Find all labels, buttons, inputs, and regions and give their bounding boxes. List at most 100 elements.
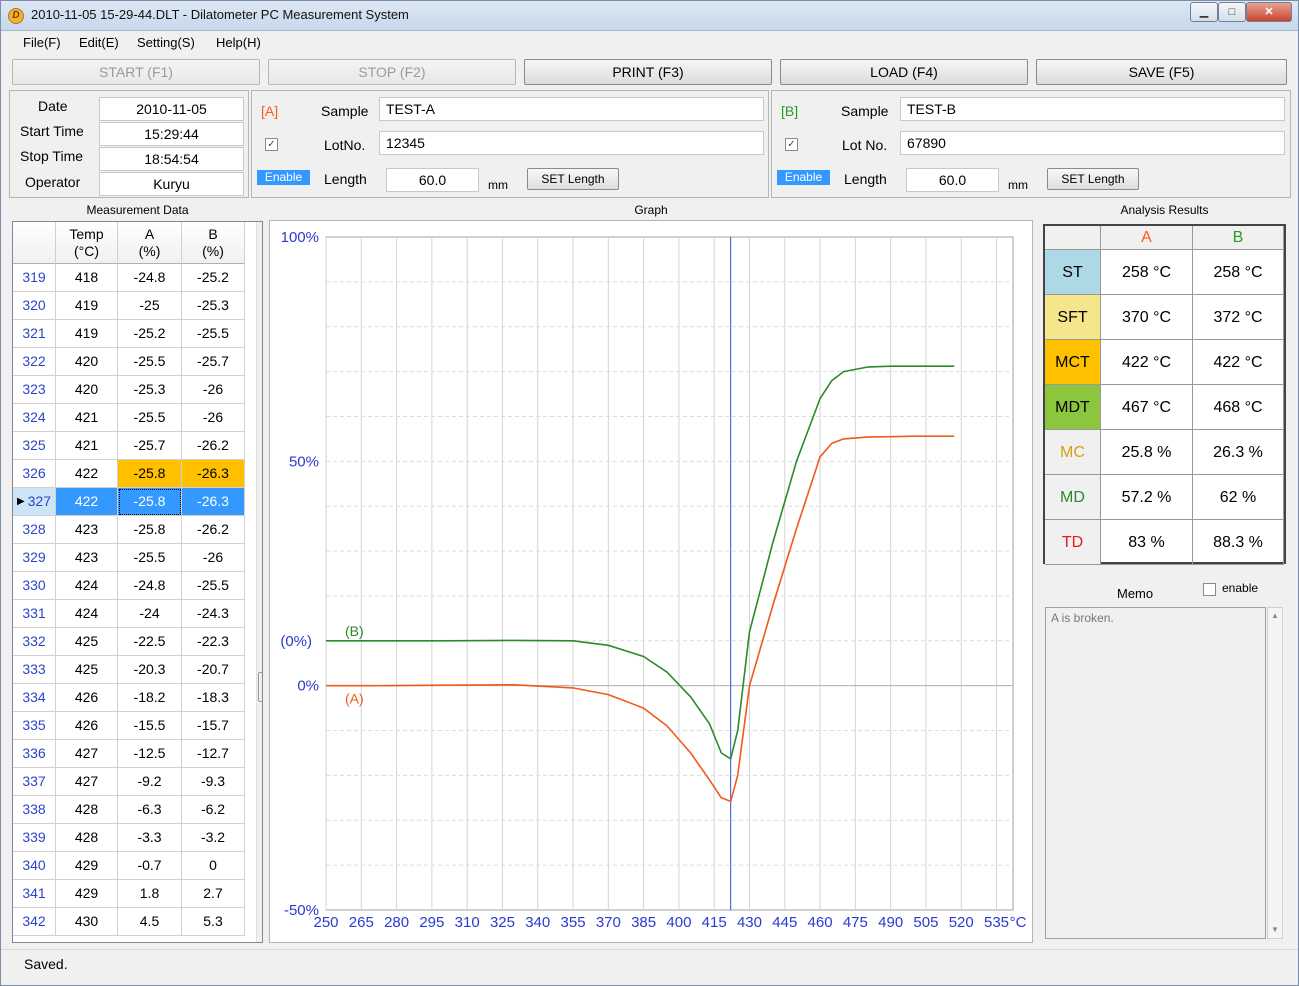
b-cell[interactable]: -26.3 xyxy=(182,488,245,516)
table-row[interactable]: 341 429 1.8 2.7 xyxy=(13,880,245,908)
temp-cell[interactable]: 425 xyxy=(56,656,118,684)
temp-cell[interactable]: 418 xyxy=(56,264,118,292)
temp-column-header[interactable]: Temp (°C) xyxy=(56,222,118,264)
table-row[interactable]: 330 424 -24.8 -25.5 xyxy=(13,572,245,600)
temp-cell[interactable]: 429 xyxy=(56,852,118,880)
b-cell[interactable]: -12.7 xyxy=(182,740,245,768)
temp-cell[interactable]: 419 xyxy=(56,292,118,320)
a-cell[interactable]: -25.5 xyxy=(118,404,182,432)
b-cell[interactable]: 5.3 xyxy=(182,908,245,936)
sample-a-set-length-button[interactable]: SET Length xyxy=(527,168,619,190)
scroll-up-arrow-icon[interactable]: ▲ xyxy=(260,225,262,234)
a-cell[interactable]: 1.8 xyxy=(118,880,182,908)
temp-cell[interactable]: 428 xyxy=(56,824,118,852)
table-row[interactable]: 329 423 -25.5 -26 xyxy=(13,544,245,572)
table-row[interactable]: 327 422 -25.8 -26.3 ▶ xyxy=(13,488,245,516)
temp-cell[interactable]: 427 xyxy=(56,740,118,768)
row-number[interactable]: 320 xyxy=(13,292,56,320)
graph-panel[interactable]: 250 265 280 295 310 325 340 355 370 385 400 415 430 4… xyxy=(269,220,1033,943)
memo-scroll-down-icon[interactable]: ▼ xyxy=(1271,925,1279,934)
a-cell[interactable]: -24.8 xyxy=(118,572,182,600)
a-cell[interactable]: -22.5 xyxy=(118,628,182,656)
sample-b-name-input[interactable]: TEST-B xyxy=(900,97,1285,121)
table-row[interactable]: 332 425 -22.5 -22.3 xyxy=(13,628,245,656)
temp-cell[interactable]: 421 xyxy=(56,432,118,460)
b-cell[interactable]: -9.3 xyxy=(182,768,245,796)
temp-cell[interactable]: 421 xyxy=(56,404,118,432)
a-cell[interactable]: -6.3 xyxy=(118,796,182,824)
memo-textarea[interactable]: A is broken. xyxy=(1045,607,1266,939)
table-row[interactable]: 322 420 -25.5 -25.7 xyxy=(13,348,245,376)
row-number[interactable]: 334 xyxy=(13,684,56,712)
a-cell[interactable]: -15.5 xyxy=(118,712,182,740)
b-cell[interactable]: -26 xyxy=(182,544,245,572)
row-number[interactable]: 319 xyxy=(13,264,56,292)
b-cell[interactable]: -15.7 xyxy=(182,712,245,740)
close-button[interactable]: ✕ xyxy=(1246,2,1292,22)
table-row[interactable]: 336 427 -12.5 -12.7 xyxy=(13,740,245,768)
table-row[interactable]: 324 421 -25.5 -26 xyxy=(13,404,245,432)
operator-field[interactable]: Kuryu xyxy=(99,172,244,196)
b-cell[interactable]: 0 xyxy=(182,852,245,880)
temp-cell[interactable]: 423 xyxy=(56,544,118,572)
b-cell[interactable]: -20.7 xyxy=(182,656,245,684)
temp-cell[interactable]: 420 xyxy=(56,348,118,376)
memo-enable-checkbox[interactable] xyxy=(1203,583,1216,596)
a-cell[interactable]: -25.3 xyxy=(118,376,182,404)
a-cell[interactable]: -25.7 xyxy=(118,432,182,460)
b-cell[interactable]: -22.3 xyxy=(182,628,245,656)
measurement-data-table[interactable]: Temp (°C) A (%) B (%) 319 418 -24.8 -25.2 320 41… xyxy=(12,221,263,943)
table-row[interactable]: 342 430 4.5 5.3 xyxy=(13,908,245,936)
b-cell[interactable]: -25.5 xyxy=(182,572,245,600)
a-cell[interactable]: -3.3 xyxy=(118,824,182,852)
temp-cell[interactable]: 429 xyxy=(56,880,118,908)
b-cell[interactable]: -3.2 xyxy=(182,824,245,852)
table-row[interactable]: 326 422 -25.8 -26.3 xyxy=(13,460,245,488)
a-cell[interactable]: -24 xyxy=(118,600,182,628)
sample-a-name-input[interactable]: TEST-A xyxy=(379,97,764,121)
table-scroll-thumb[interactable] xyxy=(258,672,262,702)
b-cell[interactable]: -26 xyxy=(182,376,245,404)
b-cell[interactable]: -26 xyxy=(182,404,245,432)
temp-cell[interactable]: 426 xyxy=(56,712,118,740)
table-row[interactable]: 335 426 -15.5 -15.7 xyxy=(13,712,245,740)
memo-scroll-up-icon[interactable]: ▲ xyxy=(1271,611,1279,620)
table-row[interactable]: 338 428 -6.3 -6.2 xyxy=(13,796,245,824)
row-number[interactable]: 342 xyxy=(13,908,56,936)
row-number[interactable]: 337 xyxy=(13,768,56,796)
sample-b-checkbox[interactable]: ✓ xyxy=(785,138,798,151)
a-cell[interactable]: -9.2 xyxy=(118,768,182,796)
row-number[interactable]: 325 xyxy=(13,432,56,460)
b-cell[interactable]: -25.7 xyxy=(182,348,245,376)
scroll-down-arrow-icon[interactable]: ▼ xyxy=(260,930,262,939)
table-row[interactable]: 323 420 -25.3 -26 xyxy=(13,376,245,404)
a-cell[interactable]: -18.2 xyxy=(118,684,182,712)
row-number[interactable]: 338 xyxy=(13,796,56,824)
row-number[interactable]: 328 xyxy=(13,516,56,544)
row-number[interactable]: 329 xyxy=(13,544,56,572)
row-number[interactable]: 335 xyxy=(13,712,56,740)
temp-cell[interactable]: 424 xyxy=(56,600,118,628)
b-cell[interactable]: -6.2 xyxy=(182,796,245,824)
a-cell[interactable]: -25.5 xyxy=(118,544,182,572)
sample-a-lot-input[interactable]: 12345 xyxy=(379,131,764,155)
table-row[interactable]: 325 421 -25.7 -26.2 xyxy=(13,432,245,460)
a-cell[interactable]: -25.2 xyxy=(118,320,182,348)
a-cell[interactable]: 4.5 xyxy=(118,908,182,936)
save-button[interactable]: SAVE (F5) xyxy=(1036,59,1287,85)
menu-setting[interactable]: Setting(S) xyxy=(137,35,195,50)
row-number[interactable]: 321 xyxy=(13,320,56,348)
b-cell[interactable]: -18.3 xyxy=(182,684,245,712)
a-cell[interactable]: -25.8 xyxy=(118,488,182,516)
row-number[interactable]: 341 xyxy=(13,880,56,908)
row-number[interactable]: 340 xyxy=(13,852,56,880)
row-number[interactable]: 331 xyxy=(13,600,56,628)
b-cell[interactable]: -24.3 xyxy=(182,600,245,628)
table-row[interactable]: 333 425 -20.3 -20.7 xyxy=(13,656,245,684)
row-number[interactable]: 326 xyxy=(13,460,56,488)
sample-b-set-length-button[interactable]: SET Length xyxy=(1047,168,1139,190)
temp-cell[interactable]: 419 xyxy=(56,320,118,348)
table-row[interactable]: 337 427 -9.2 -9.3 xyxy=(13,768,245,796)
sample-b-lot-input[interactable]: 67890 xyxy=(900,131,1285,155)
b-cell[interactable]: -25.5 xyxy=(182,320,245,348)
